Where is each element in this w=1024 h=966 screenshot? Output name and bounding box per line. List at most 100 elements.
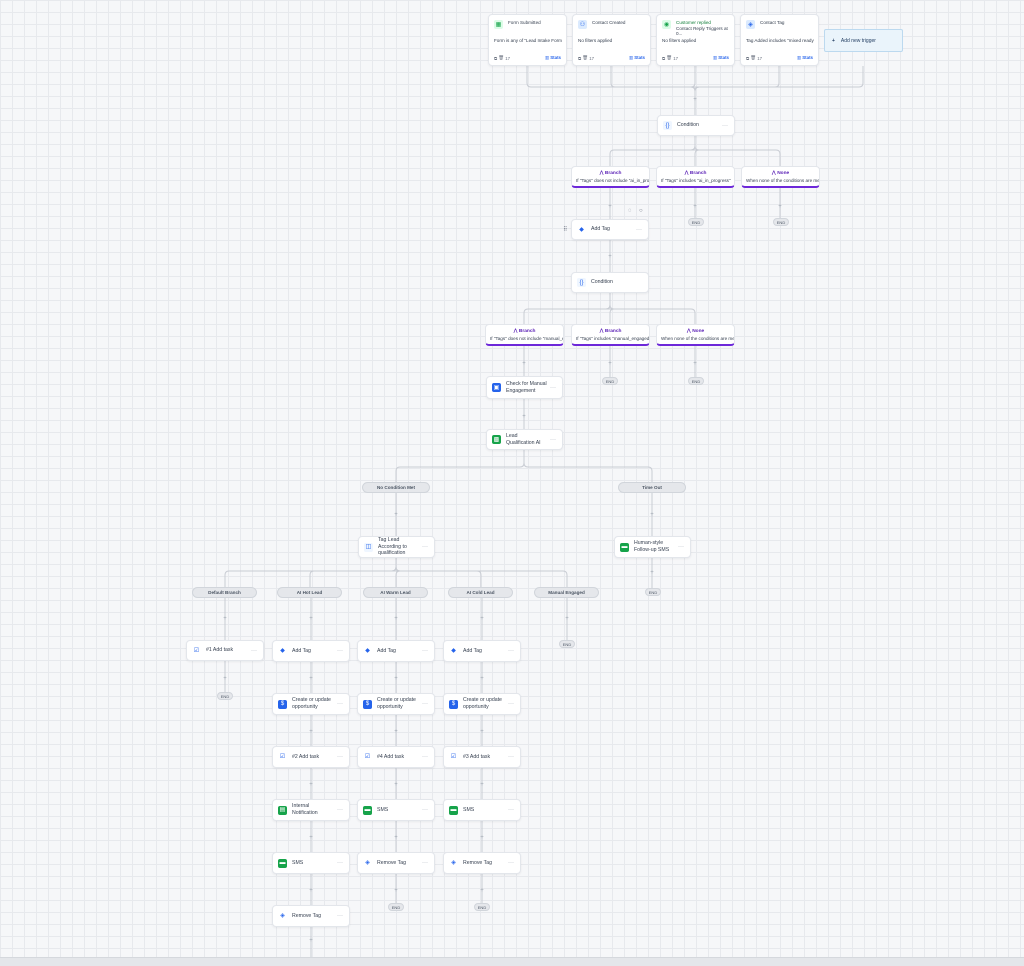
add-step-icon[interactable]: + — [392, 512, 400, 518]
check-manual-engagement-node[interactable]: ▣ Check for Manual Engagement ··· — [486, 376, 563, 399]
node-menu-icon[interactable]: ··· — [337, 648, 343, 654]
add-step-icon[interactable]: + — [478, 616, 486, 622]
branch-ai-hot-lead[interactable]: AI Hot Lead — [277, 587, 342, 598]
action-node-remove[interactable]: ◈ Remove Tag ··· — [272, 905, 350, 927]
node-menu-icon[interactable]: ··· — [337, 701, 343, 707]
action-node-sms[interactable]: ▬ SMS ··· — [357, 799, 435, 821]
stats-link[interactable]: ▥ Stats — [797, 55, 813, 61]
outcome-time-out[interactable]: Time Out — [618, 482, 686, 493]
drag-handle-icon[interactable]: ⠿ — [563, 226, 567, 233]
node-menu-icon[interactable]: ··· — [636, 227, 642, 233]
action-node-sms[interactable]: ▬ SMS ··· — [443, 799, 521, 821]
add-step-icon[interactable]: + — [392, 835, 400, 841]
add-step-icon[interactable]: + — [478, 729, 486, 735]
add-step-icon[interactable]: + — [478, 676, 486, 682]
node-menu-icon[interactable]: ··· — [337, 913, 343, 919]
branch-top-none[interactable]: ⋀ None When none of the conditions are me… — [741, 166, 820, 188]
node-menu-icon[interactable]: ··· — [508, 860, 514, 866]
node-menu-icon[interactable]: ··· — [508, 754, 514, 760]
stats-link[interactable]: ▥ Stats — [713, 55, 729, 61]
action-node-task[interactable]: ☑ #3 Add task ··· — [443, 746, 521, 768]
add-step-icon[interactable]: + — [221, 616, 229, 622]
delete-icon[interactable]: 🗑 — [750, 55, 756, 61]
add-step-icon[interactable]: + — [606, 361, 614, 367]
copy-icon[interactable]: ⧉ — [746, 56, 749, 61]
add-step-icon[interactable]: + — [392, 888, 400, 894]
default-add-task-node[interactable]: ☑ #1 Add task ··· — [186, 640, 264, 661]
followup-sms-node[interactable]: ▬ Human-style Follow-up SMS ··· — [614, 536, 691, 558]
node-menu-icon[interactable]: ··· — [422, 754, 428, 760]
lead-qualification-ai-node[interactable]: ▩ Lead Qualification AI ··· — [486, 429, 563, 450]
node-menu-icon[interactable]: ··· — [422, 648, 428, 654]
node-menu-icon[interactable]: ··· — [337, 807, 343, 813]
node-menu-icon[interactable]: ··· — [508, 701, 514, 707]
action-node-sms[interactable]: ▬ SMS ··· — [272, 852, 350, 874]
node-menu-icon[interactable]: ··· — [422, 544, 428, 550]
add-step-icon[interactable]: + — [648, 512, 656, 518]
branch-top-1[interactable]: ⋀ Branch If "Tags" does not include "ai_i… — [571, 166, 650, 188]
add-step-icon[interactable]: + — [307, 938, 315, 944]
add-step-icon[interactable]: + — [520, 361, 528, 367]
stats-link[interactable]: ▥ Stats — [545, 55, 561, 61]
branch-default[interactable]: Default Branch — [192, 587, 257, 598]
add-step-icon[interactable]: + — [520, 414, 528, 420]
action-node-opp[interactable]: $ Create or update opportunity ··· — [443, 693, 521, 715]
copy-icon[interactable]: ⧉ — [662, 56, 665, 61]
action-node-opp[interactable]: $ Create or update opportunity ··· — [357, 693, 435, 715]
action-node-task[interactable]: ☑ #4 Add task ··· — [357, 746, 435, 768]
action-node-remove[interactable]: ◈ Remove Tag ··· — [443, 852, 521, 874]
add-step-icon[interactable]: + — [392, 729, 400, 735]
node-menu-icon[interactable]: ··· — [422, 860, 428, 866]
add-step-icon[interactable]: + — [307, 888, 315, 894]
node-menu-icon[interactable]: ··· — [550, 385, 556, 391]
workflow-canvas[interactable]: ▦ Form Submitted Form is any of "Lead Int… — [0, 0, 1024, 966]
node-menu-icon[interactable]: ··· — [678, 544, 684, 550]
add-step-icon[interactable]: + — [392, 676, 400, 682]
action-node-tag[interactable]: ◆ Add Tag ··· — [272, 640, 350, 662]
delete-icon[interactable]: 🗑 — [666, 55, 672, 61]
comment-icon[interactable]: ◌ — [628, 208, 632, 214]
delete-icon[interactable]: 🗑 — [582, 55, 588, 61]
add-step-icon[interactable]: + — [392, 616, 400, 622]
trigger-customer-replied[interactable]: ◉ Customer replied Contact Reply Triggers … — [656, 14, 735, 66]
node-menu-icon[interactable]: ··· — [422, 807, 428, 813]
outcome-no-condition-met[interactable]: No Condition Met — [362, 482, 430, 493]
trigger-contact-tag[interactable]: ◈ Contact Tag Tag Added includes "mixed r… — [740, 14, 819, 66]
add-new-trigger-button[interactable]: + Add new trigger — [824, 29, 903, 52]
node-menu-icon[interactable]: ··· — [550, 437, 556, 443]
add-tag-node[interactable]: ◆ Add Tag ··· — [571, 219, 649, 240]
add-step-icon[interactable]: + — [307, 676, 315, 682]
add-step-icon[interactable]: + — [307, 782, 315, 788]
add-step-icon[interactable]: + — [648, 570, 656, 576]
add-step-icon[interactable]: + — [691, 204, 699, 210]
add-step-icon[interactable]: + — [606, 204, 614, 210]
branch-mid-none[interactable]: ⋀ None When none of the conditions are me… — [656, 324, 735, 346]
branch-manual-engaged[interactable]: Manual Engaged — [534, 587, 599, 598]
action-node-remove[interactable]: ◈ Remove Tag ··· — [357, 852, 435, 874]
add-step-icon[interactable]: + — [307, 835, 315, 841]
trigger-contact-created[interactable]: ⚇ Contact Created No filters applied ⧉ 🗑 … — [572, 14, 651, 66]
action-node-notify[interactable]: ▤ Internal Notification ··· — [272, 799, 350, 821]
action-node-tag[interactable]: ◆ Add Tag ··· — [357, 640, 435, 662]
node-menu-icon[interactable]: ··· — [422, 701, 428, 707]
add-step-icon[interactable]: + — [691, 97, 699, 103]
trigger-form-submitted[interactable]: ▦ Form Submitted Form is any of "Lead Int… — [488, 14, 567, 66]
node-menu-icon[interactable]: ··· — [337, 754, 343, 760]
action-node-tag[interactable]: ◆ Add Tag ··· — [443, 640, 521, 662]
branch-mid-1[interactable]: ⋀ Branch If "Tags" does not include "manu… — [485, 324, 564, 346]
add-step-icon[interactable]: + — [606, 254, 614, 260]
add-step-icon[interactable]: + — [478, 888, 486, 894]
branch-ai-cold-lead[interactable]: AI Cold Lead — [448, 587, 513, 598]
add-step-icon[interactable]: + — [221, 676, 229, 682]
add-step-icon[interactable]: + — [307, 729, 315, 735]
branch-ai-warm-lead[interactable]: AI Warm Lead — [363, 587, 428, 598]
add-step-icon[interactable]: + — [392, 782, 400, 788]
action-node-opp[interactable]: $ Create or update opportunity ··· — [272, 693, 350, 715]
condition-node-top[interactable]: {} Condition ··· — [657, 115, 735, 136]
add-step-icon[interactable]: + — [478, 782, 486, 788]
add-step-icon[interactable]: + — [307, 616, 315, 622]
branch-mid-2[interactable]: ⋀ Branch If "Tags" includes "manual_engag… — [571, 324, 650, 346]
delete-icon[interactable]: 🗑 — [498, 55, 504, 61]
add-step-icon[interactable]: + — [563, 616, 571, 622]
stats-link[interactable]: ▥ Stats — [629, 55, 645, 61]
